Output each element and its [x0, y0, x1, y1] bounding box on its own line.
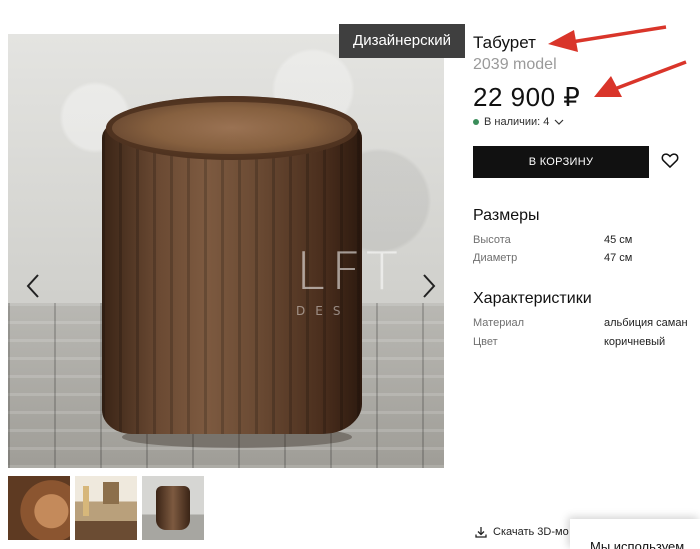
prev-image-button[interactable]	[18, 266, 48, 306]
height-label: Высота	[473, 234, 511, 246]
favorite-button[interactable]	[660, 150, 682, 172]
designer-badge: Дизайнерский	[339, 24, 465, 58]
sizes-heading: Размеры	[473, 207, 540, 224]
annotation-arrow-title	[548, 25, 667, 52]
stock-text: В наличии: 4	[484, 116, 550, 128]
product-model: 2039 model	[473, 56, 557, 73]
product-photo[interactable]: LFT DES	[8, 34, 444, 468]
heart-icon	[661, 153, 679, 169]
stock-availability[interactable]: В наличии: 4	[473, 116, 564, 128]
color-label: Цвет	[473, 336, 498, 348]
diameter-value: 47 см	[604, 252, 633, 264]
color-value: коричневый	[604, 336, 666, 348]
watermark-sub-text: DES	[296, 304, 351, 318]
chevron-left-icon	[26, 274, 39, 298]
chevron-right-icon	[423, 274, 436, 298]
material-label: Материал	[473, 317, 524, 329]
top-bar	[0, 0, 700, 18]
product-title: Табурет	[473, 33, 536, 52]
thumbnail-2[interactable]	[75, 476, 137, 540]
specs-heading: Характеристики	[473, 290, 592, 307]
next-image-button[interactable]	[414, 266, 444, 306]
download-icon	[475, 527, 487, 538]
stock-status-dot	[473, 119, 479, 125]
add-to-cart-button[interactable]: В КОРЗИНУ	[473, 146, 649, 178]
download-label: Скачать 3D-мо	[493, 526, 569, 538]
height-value: 45 см	[604, 234, 633, 246]
diameter-label: Диаметр	[473, 252, 518, 264]
annotation-arrow-price	[594, 60, 687, 97]
chevron-down-icon	[554, 119, 564, 125]
download-3d-model-link[interactable]: Скачать 3D-мо	[475, 526, 569, 538]
cookie-text: Мы используем	[590, 539, 685, 549]
thumbnail-3[interactable]	[142, 476, 204, 540]
cookie-notice: Мы используем	[570, 519, 700, 549]
thumbnail-1[interactable]	[8, 476, 70, 540]
material-value: альбиция саман	[604, 317, 688, 329]
product-price: 22 900 ₽	[473, 82, 581, 112]
